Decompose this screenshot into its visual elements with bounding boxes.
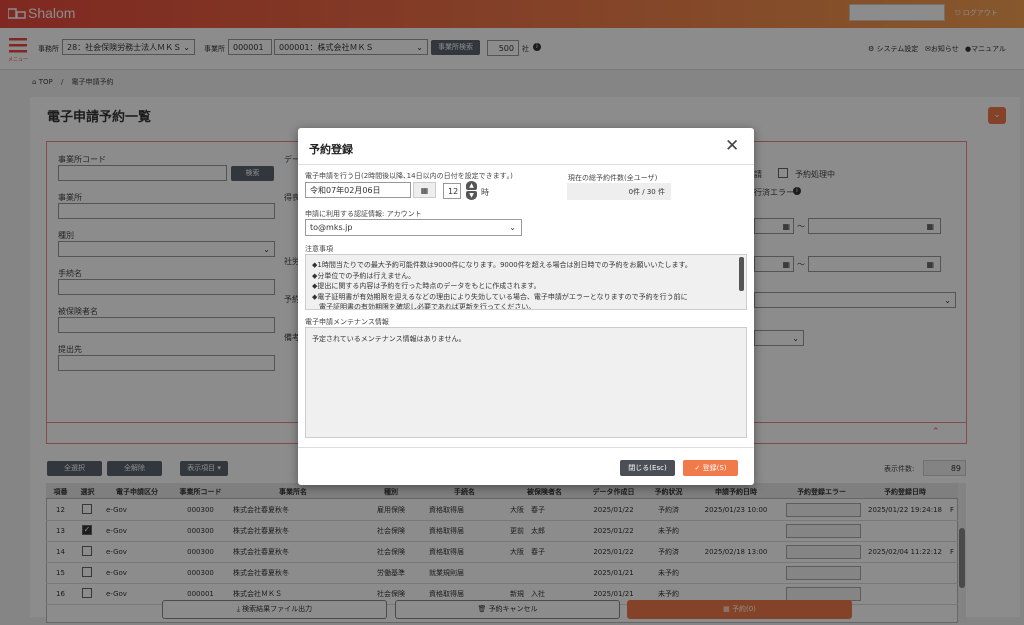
note-item: ◆分単位での予約は行えません。 — [312, 271, 416, 280]
modal-header-divider — [298, 164, 754, 165]
hour-up-icon[interactable]: ▲ — [466, 181, 477, 190]
account-select[interactable]: to@mks.jp ⌄ — [305, 219, 522, 236]
note-item: ◆電子証明書が有効期限を迎えるなどの理由により失効している場合、電子申請がエラー… — [312, 292, 688, 301]
note-item: ◆1時間当たりでの最大予約可能件数は9000件になります。9000件を超える場合… — [312, 261, 692, 269]
hour-unit: 時 — [481, 188, 489, 197]
hour-input[interactable]: 12 — [443, 183, 461, 199]
modal-footer-divider — [298, 447, 754, 448]
hour-down-icon[interactable]: ▼ — [466, 191, 477, 200]
calendar-icon[interactable]: ▦ — [413, 182, 436, 198]
chevron-down-icon: ⌄ — [509, 223, 516, 232]
maintenance-text: 予定されているメンテナンス情報はありません。 — [312, 335, 466, 343]
maintenance-textarea: 予定されているメンテナンス情報はありません。 — [305, 327, 747, 438]
notes-label: 注意事項 — [305, 245, 333, 253]
modal-title: 予約登録 — [309, 143, 353, 156]
notes-textarea[interactable]: ◆1時間当たりでの最大予約可能件数は9000件になります。9000件を超える場合… — [305, 254, 747, 310]
account-label: 申請に利用する認証情報: アカウント — [305, 210, 422, 218]
notes-scrollbar[interactable] — [739, 257, 744, 291]
close-button[interactable]: 閉じる(Esc) — [620, 460, 675, 476]
close-icon[interactable]: ✕ — [725, 136, 739, 156]
register-label: 登録(S) — [702, 464, 727, 472]
reservation-date-input[interactable]: 令和07年02月06日 — [305, 182, 411, 198]
note-item: ◆提出に関する内容は予約を行った時点のデータをもとに作成されます。 — [312, 282, 541, 290]
note-item: 電子証明書の有効期限を確認し必要であれば更新を行ってください。 — [312, 303, 536, 310]
reservation-modal: 予約登録 ✕ 電子申請を行う日(2時間後以降､14日以内の日付を設定できます｡)… — [298, 128, 754, 485]
register-button[interactable]: ✓ 登録(S) — [683, 460, 738, 476]
account-value: to@mks.jp — [310, 223, 353, 232]
check-icon: ✓ — [694, 464, 701, 472]
maintenance-label: 電子申請メンテナンス情報 — [305, 318, 389, 326]
total-reservations-label: 現在の総予約件数(全ユーザ) — [568, 174, 658, 182]
date-label: 電子申請を行う日(2時間後以降､14日以内の日付を設定できます｡) — [305, 172, 513, 180]
total-reservations-value: 0件 / 30 件 — [567, 183, 671, 200]
